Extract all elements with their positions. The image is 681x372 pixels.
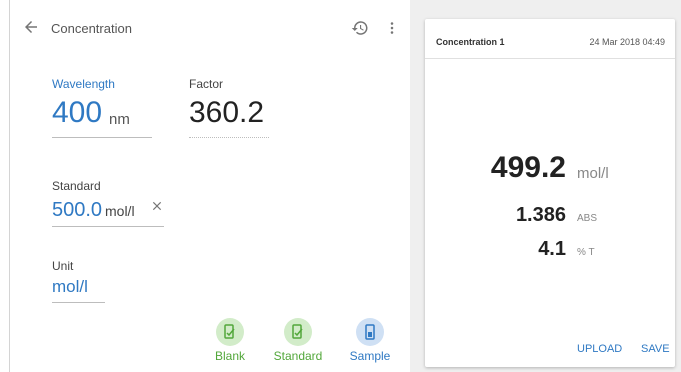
- standard-underline: [52, 226, 164, 227]
- transmittance-unit: % T: [577, 247, 595, 258]
- factor-label: Factor: [189, 77, 224, 91]
- blank-label: Blank: [214, 349, 246, 363]
- result-card: Concentration 1 24 Mar 2018 04:49 499.2 …: [425, 19, 675, 367]
- card-divider: [425, 58, 675, 59]
- wavelength-underline: [52, 137, 152, 138]
- unit-label: Unit: [52, 259, 74, 273]
- upload-button[interactable]: UPLOAD: [577, 343, 622, 355]
- concentration-unit: mol/l: [577, 165, 609, 182]
- concentration-value: 499.2: [490, 151, 566, 184]
- blank-button[interactable]: Blank: [211, 318, 249, 363]
- wavelength-field[interactable]: 400: [52, 96, 102, 130]
- page-title: Concentration: [51, 21, 132, 36]
- method-panel: Concentration Wavelength 400 nm Factor 3…: [9, 0, 410, 372]
- factor-underline: [189, 137, 269, 138]
- standard-label: Standard: [52, 179, 101, 193]
- result-card-date: 24 Mar 2018 04:49: [589, 37, 665, 47]
- sample-cuvette-icon: [356, 318, 384, 346]
- back-arrow-icon[interactable]: [22, 18, 40, 36]
- factor-value: 360.2: [189, 96, 265, 129]
- standard-action-label: Standard: [273, 349, 323, 363]
- sample-label: Sample: [349, 349, 391, 363]
- blank-cuvette-icon: [216, 318, 244, 346]
- clear-icon[interactable]: [150, 199, 164, 213]
- more-vert-icon[interactable]: [386, 19, 398, 37]
- wavelength-label: Wavelength: [52, 77, 115, 91]
- standard-field[interactable]: 500.0: [52, 198, 102, 222]
- transmittance-value: 4.1: [538, 238, 566, 260]
- standard-button[interactable]: Standard: [270, 318, 326, 363]
- sample-button[interactable]: Sample: [345, 318, 395, 363]
- absorbance-unit: ABS: [577, 213, 598, 224]
- wavelength-unit: nm: [109, 111, 130, 128]
- standard-cuvette-icon: [284, 318, 312, 346]
- save-button[interactable]: SAVE: [641, 343, 670, 355]
- standard-unit: mol/l: [105, 203, 135, 219]
- unit-select[interactable]: mol/l: [52, 277, 88, 297]
- absorbance-value: 1.386: [515, 204, 566, 226]
- unit-underline: [52, 302, 105, 303]
- history-icon[interactable]: [351, 19, 369, 37]
- result-card-title: Concentration 1: [436, 37, 505, 47]
